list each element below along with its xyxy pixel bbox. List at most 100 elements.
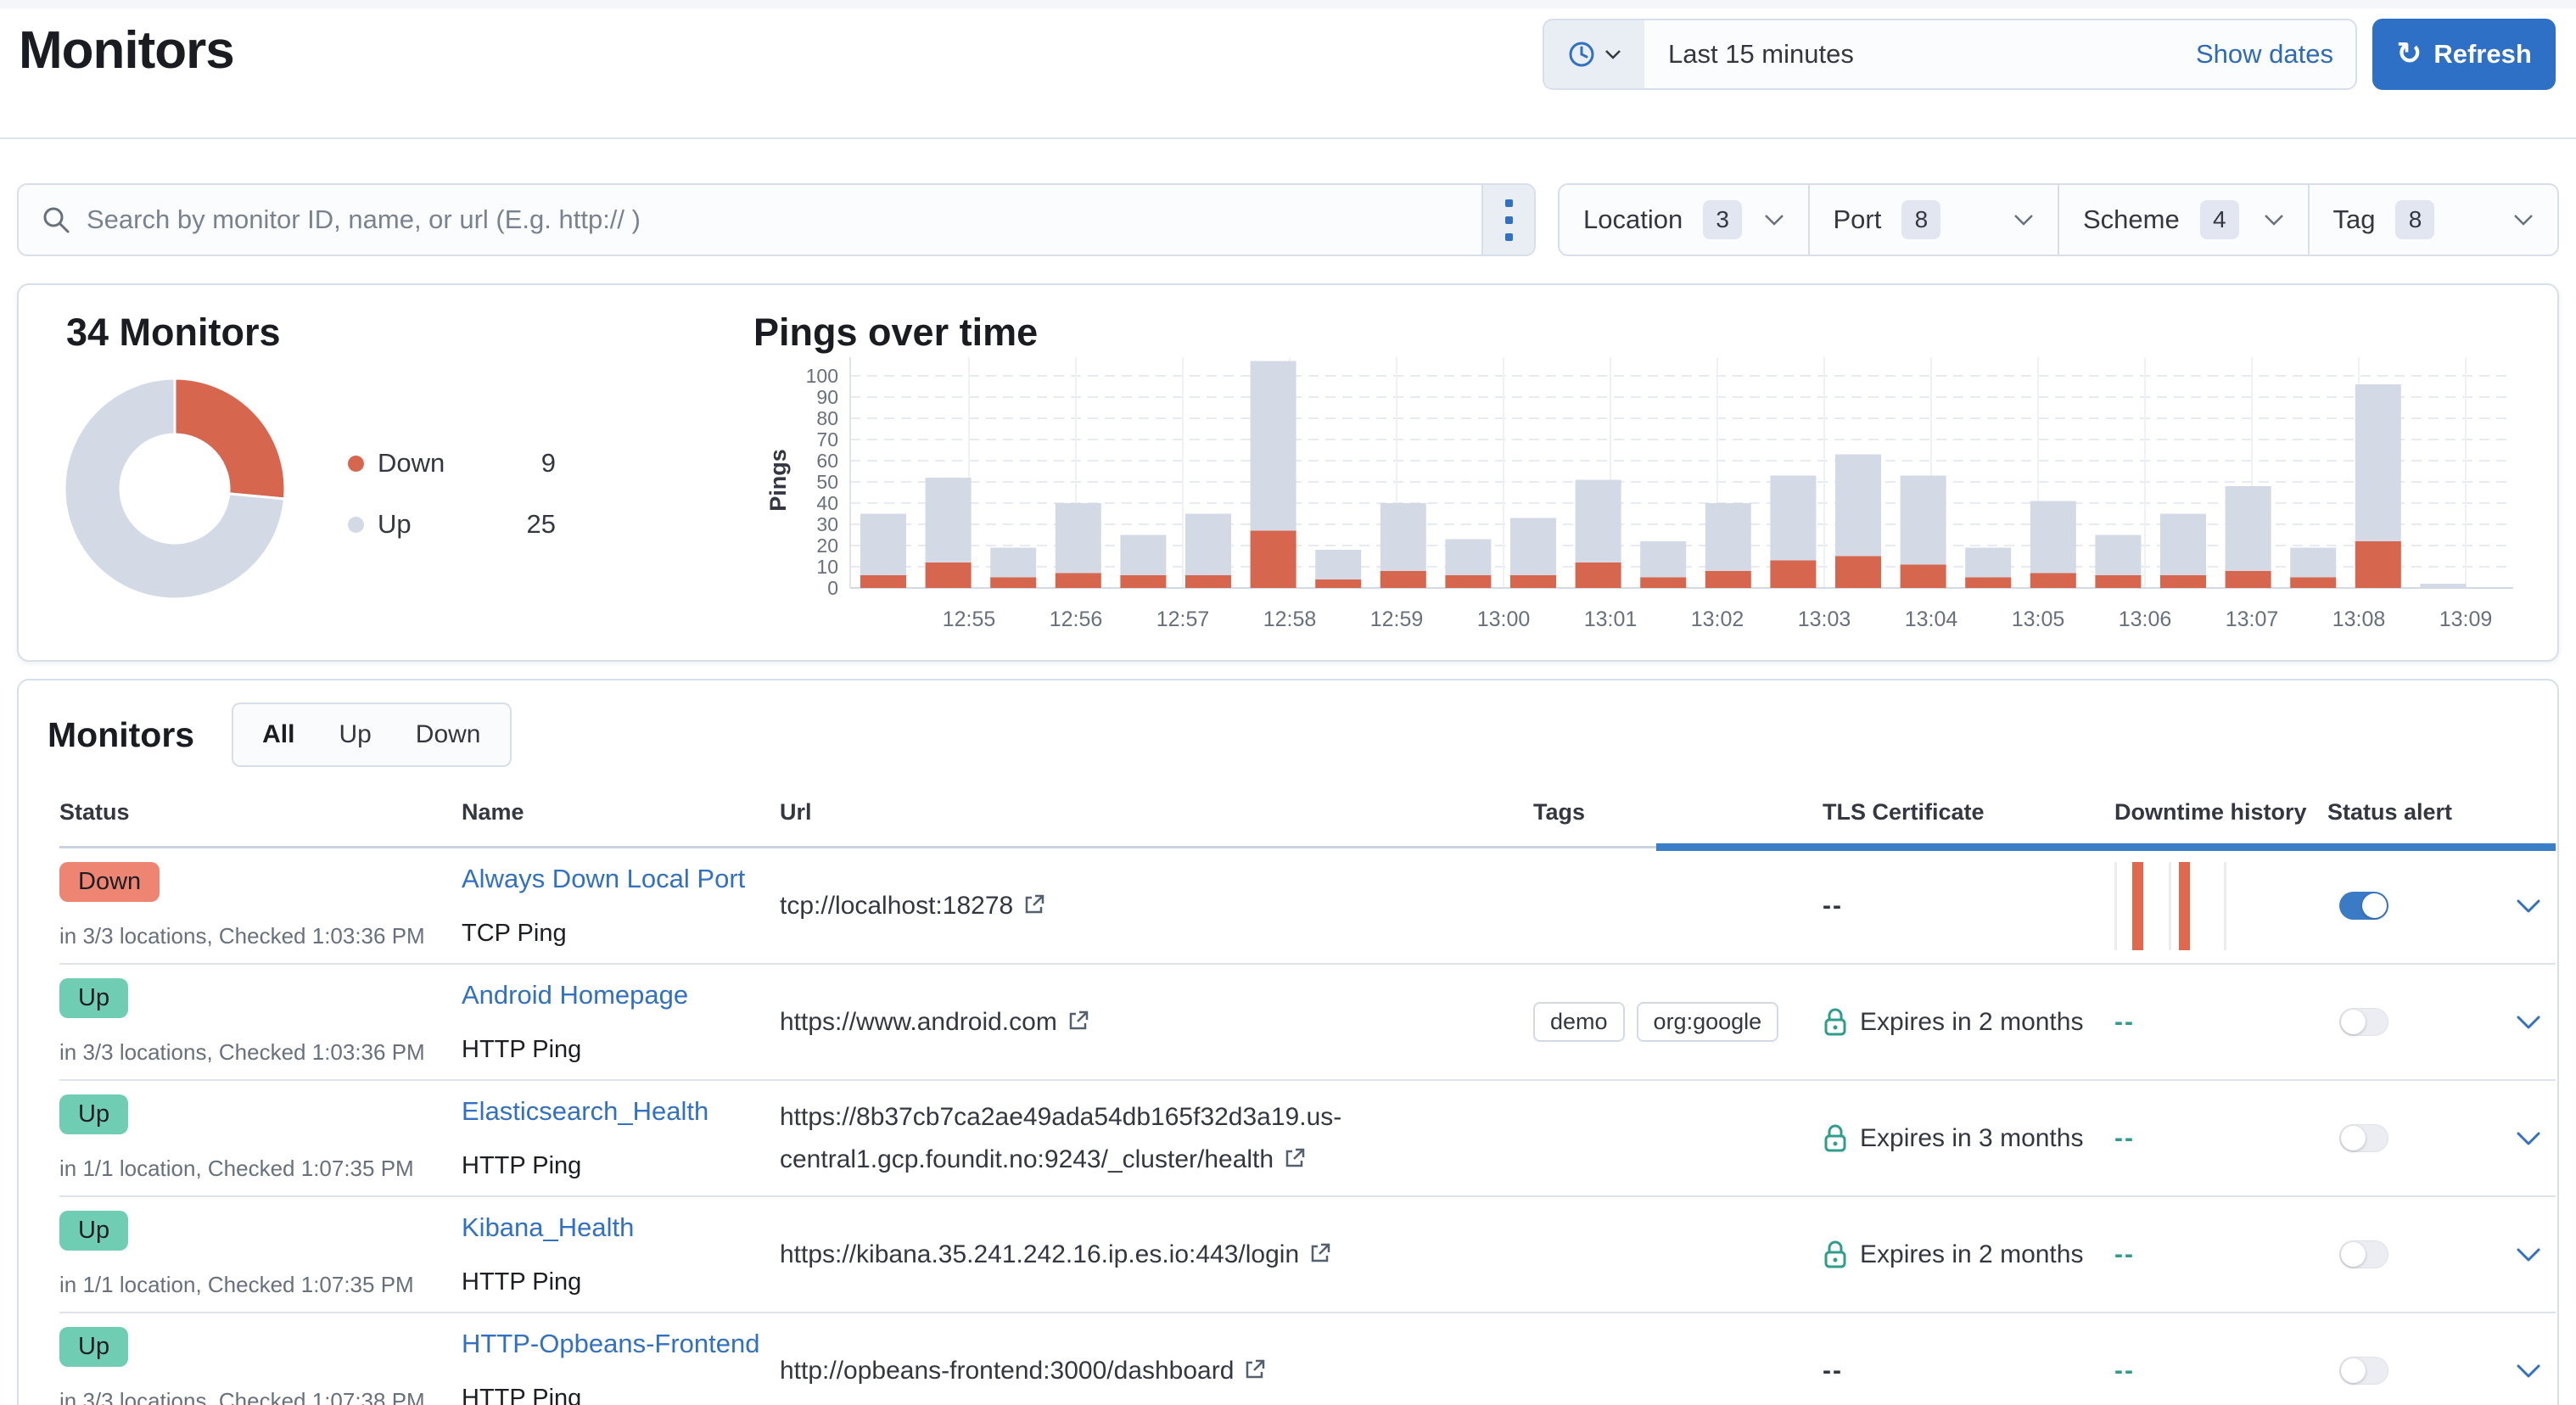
svg-text:40: 40 <box>816 492 838 514</box>
downtime-cell: -- <box>2114 965 2327 1079</box>
refresh-button[interactable]: ↻ Refresh <box>2372 19 2556 90</box>
search-icon <box>41 204 71 235</box>
tls-cell: Expires in 3 months <box>1823 1081 2114 1195</box>
svg-text:13:06: 13:06 <box>2119 607 2172 631</box>
filter-count-badge: 8 <box>1901 200 1940 239</box>
legend-dot-icon <box>348 517 364 533</box>
external-link-icon <box>1309 1242 1331 1264</box>
tls-empty: -- <box>1823 1357 1843 1385</box>
svg-text:13:04: 13:04 <box>1905 607 1958 631</box>
svg-text:13:01: 13:01 <box>1584 607 1638 631</box>
table-loading-bar <box>1656 843 2556 851</box>
tls-expiry: Expires in 3 months <box>1860 1124 2083 1153</box>
chevron-down-icon <box>2264 214 2284 226</box>
expand-chevron-icon <box>2516 898 2541 914</box>
svg-text:13:07: 13:07 <box>2226 607 2279 631</box>
quick-select-button[interactable] <box>1544 20 1644 88</box>
expand-row-button[interactable] <box>2501 1313 2556 1405</box>
lock-icon <box>1823 1008 1848 1037</box>
status-alert-toggle[interactable] <box>2339 1240 2388 1268</box>
url-cell: tcp://localhost:18278 <box>780 848 1533 963</box>
downtime-gridline <box>2224 862 2226 950</box>
tag-badge[interactable]: org:google <box>1637 1002 1779 1042</box>
status-alert-toggle[interactable] <box>2339 1124 2388 1152</box>
tab-down[interactable]: Down <box>394 720 503 749</box>
column-header-downtime: Downtime history <box>2114 799 2327 826</box>
expand-row-button[interactable] <box>2501 1197 2556 1312</box>
filter-location[interactable]: Location 3 <box>1560 185 1808 255</box>
time-range-value[interactable]: Last 15 minutes <box>1644 39 2196 70</box>
super-date-picker[interactable]: Last 15 minutes Show dates <box>1543 19 2357 90</box>
column-header-url: Url <box>780 799 1533 826</box>
monitor-url[interactable]: https://kibana.35.241.242.16.ip.es.io:44… <box>780 1234 1331 1276</box>
search-input[interactable] <box>71 204 1481 235</box>
status-alert-toggle[interactable] <box>2339 1008 2388 1036</box>
table-row: Upin 3/3 locations, Checked 1:03:36 PMAn… <box>59 965 2556 1081</box>
status-alert-cell <box>2327 1313 2501 1405</box>
status-alert-toggle[interactable] <box>2339 892 2388 920</box>
monitor-url[interactable]: http://opbeans-frontend:3000/dashboard <box>780 1350 1266 1392</box>
downtime-gridline <box>2169 862 2171 950</box>
pings-over-time-chart: 12:5512:5612:5712:5812:5913:0013:0113:02… <box>765 353 2556 636</box>
monitor-url[interactable]: https://www.android.com <box>780 1001 1089 1044</box>
lock-icon <box>1823 1124 1848 1153</box>
monitor-type: HTTP Ping <box>462 1152 581 1180</box>
downtime-cell: -- <box>2114 1313 2327 1405</box>
overview-panel: 34 Monitors Down9Up25 Pings over time 12… <box>17 283 2559 662</box>
name-cell: Elasticsearch_Health HTTP Ping <box>462 1081 780 1195</box>
legend-label: Down <box>378 448 488 479</box>
status-badge: Down <box>59 862 160 902</box>
svg-text:12:57: 12:57 <box>1156 607 1210 631</box>
legend-item: Up25 <box>348 509 556 540</box>
svg-text:13:03: 13:03 <box>1798 607 1851 631</box>
status-alert-toggle[interactable] <box>2339 1357 2388 1385</box>
chevron-down-icon <box>1764 214 1784 226</box>
monitors-list-title: Monitors <box>48 715 194 755</box>
monitor-name-link[interactable]: Kibana_Health <box>462 1212 634 1243</box>
status-alert-cell <box>2327 1197 2501 1312</box>
downtime-bar <box>2132 862 2143 950</box>
expand-row-button[interactable] <box>2501 848 2556 963</box>
expand-row-button[interactable] <box>2501 1081 2556 1195</box>
downtime-bar <box>2179 862 2190 950</box>
monitor-name-link[interactable]: Android Homepage <box>462 980 688 1010</box>
table-body: Downin 3/3 locations, Checked 1:03:36 PM… <box>59 848 2556 1405</box>
legend-value: 9 <box>488 448 556 479</box>
header-controls: Last 15 minutes Show dates ↻ Refresh <box>1543 19 2556 90</box>
legend-value: 25 <box>488 509 556 540</box>
clock-icon <box>1567 40 1596 69</box>
tab-up[interactable]: Up <box>316 720 393 749</box>
svg-text:90: 90 <box>816 386 838 408</box>
svg-text:60: 60 <box>816 450 838 472</box>
tags-cell <box>1533 1313 1823 1405</box>
status-badge: Up <box>59 1211 128 1251</box>
lock-icon <box>1823 1240 1848 1269</box>
filter-port[interactable]: Port 8 <box>1808 185 2058 255</box>
search-filter-row: Location 3 Port 8 Scheme 4 Tag 8 <box>17 183 2559 256</box>
status-badge: Up <box>59 1094 128 1134</box>
legend-label: Up <box>378 509 488 540</box>
monitor-url[interactable]: https://8b37cb7ca2ae49ada54db165f32d3a19… <box>780 1096 1341 1181</box>
kebab-menu-icon[interactable] <box>1481 185 1534 255</box>
monitor-url[interactable]: tcp://localhost:18278 <box>780 885 1045 927</box>
url-cell: https://www.android.com <box>780 965 1533 1079</box>
downtime-empty: -- <box>2114 1008 2135 1037</box>
status-detail: in 1/1 location, Checked 1:07:35 PM <box>59 1156 414 1182</box>
filter-tag[interactable]: Tag 8 <box>2308 185 2558 255</box>
downtime-empty: -- <box>2114 1240 2135 1269</box>
expand-chevron-icon <box>2516 1363 2541 1379</box>
filter-scheme[interactable]: Scheme 4 <box>2058 185 2308 255</box>
monitor-name-link[interactable]: Always Down Local Port <box>462 864 745 894</box>
monitor-name-link[interactable]: HTTP-Opbeans-Frontend <box>462 1329 759 1359</box>
url-cell: https://8b37cb7ca2ae49ada54db165f32d3a19… <box>780 1081 1533 1195</box>
expand-row-button[interactable] <box>2501 965 2556 1079</box>
downtime-empty: -- <box>2114 1357 2135 1385</box>
search-box <box>17 183 1536 256</box>
show-dates-link[interactable]: Show dates <box>2196 39 2355 70</box>
tag-badge[interactable]: demo <box>1533 1002 1625 1042</box>
chevron-down-icon <box>1604 49 1621 59</box>
monitor-name-link[interactable]: Elasticsearch_Health <box>462 1096 708 1127</box>
page-title: Monitors <box>19 20 234 81</box>
tab-all[interactable]: All <box>240 720 316 749</box>
filter-label: Tag <box>2333 204 2376 235</box>
